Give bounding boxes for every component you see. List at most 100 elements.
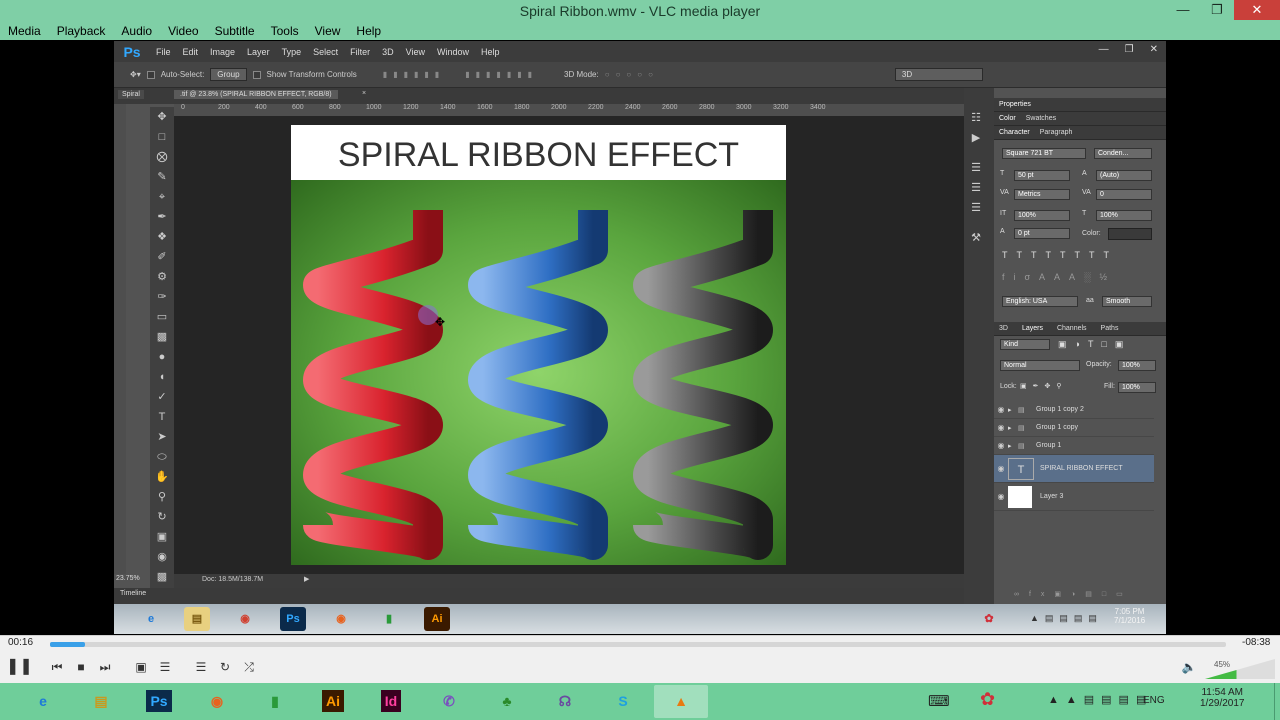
antialias-dropdown[interactable]: Smooth [1102, 296, 1152, 307]
viber-icon[interactable]: ✆ [422, 685, 476, 718]
menu-video[interactable]: Video [160, 22, 206, 40]
leading-field[interactable]: (Auto) [1096, 170, 1152, 181]
tools-panel-icon[interactable]: ⚒ [964, 228, 988, 248]
menu-help[interactable]: Help [348, 22, 389, 40]
dodge-tool-icon[interactable]: ◖ [150, 367, 174, 387]
shuffle-button[interactable]: ⤮ [238, 656, 260, 678]
pause-button[interactable]: ❚❚ [6, 656, 33, 678]
auto-select-dropdown[interactable]: Group [210, 68, 247, 81]
color-swatches-icon[interactable]: ▣ [150, 527, 174, 547]
tab-paragraph[interactable]: Paragraph [1040, 129, 1073, 136]
ps-menu-type[interactable]: Type [276, 47, 308, 57]
visibility-eye-icon[interactable]: ◉ [994, 423, 1008, 432]
visibility-eye-icon[interactable]: ◉ [994, 405, 1008, 414]
tray-icons[interactable]: ▲▲▤▤▤▤ [1048, 693, 1153, 706]
seek-bar[interactable] [50, 642, 1226, 647]
tab-paths[interactable]: Paths [1101, 325, 1119, 332]
pen-tool-icon[interactable]: ✓ [150, 387, 174, 407]
timeline-label[interactable]: Timeline [120, 590, 146, 597]
info-panel-icon[interactable]: ☰ [964, 198, 988, 218]
show-desktop-button[interactable] [1274, 683, 1280, 720]
gradient-tool-icon[interactable]: ▩ [150, 327, 174, 347]
properties-panel-icon[interactable]: ☰ [964, 178, 988, 198]
menu-view[interactable]: View [307, 22, 349, 40]
indesign-icon[interactable]: Id [364, 685, 418, 718]
menu-subtitle[interactable]: Subtitle [207, 22, 263, 40]
minimize-icon[interactable]: — [1166, 0, 1200, 20]
3d-mode-icons[interactable]: ○○○○○ [605, 70, 659, 79]
actions-panel-icon[interactable]: ▶ [964, 128, 988, 148]
workspace-dropdown[interactable]: 3D [894, 68, 983, 81]
align-icons[interactable]: ▮▮▮▮▮▮ [383, 70, 445, 79]
ps-menu-image[interactable]: Image [204, 47, 241, 57]
previous-button[interactable]: ⏮ [46, 656, 68, 678]
fullscreen-button[interactable]: ▣ [130, 656, 152, 678]
canvas-area[interactable]: SPIRAL RIBBON EFFECT ✥ [174, 116, 964, 574]
menu-playback[interactable]: Playback [49, 22, 114, 40]
tab-color[interactable]: Color [999, 115, 1016, 122]
clover-icon[interactable]: ♣ [480, 685, 534, 718]
marquee-tool-icon[interactable]: □ [150, 127, 174, 147]
fill-field[interactable]: 100% [1118, 382, 1156, 393]
language-dropdown[interactable]: English: USA [1002, 296, 1078, 307]
ps-menu-filter[interactable]: Filter [344, 47, 376, 57]
volume-slider[interactable] [1205, 658, 1277, 680]
layer-row[interactable]: ◉ ▸ ▤ Group 1 [994, 437, 1154, 455]
font-family-dropdown[interactable]: Square 721 BT [1002, 148, 1086, 159]
menu-audio[interactable]: Audio [113, 22, 160, 40]
layer-kind-filter[interactable]: Kind [1000, 339, 1050, 350]
visibility-eye-icon[interactable]: ◉ [994, 464, 1008, 473]
restore-icon[interactable]: ❐ [1200, 0, 1234, 20]
visibility-eye-icon[interactable]: ◉ [994, 441, 1008, 450]
type-tool-icon[interactable]: T [150, 407, 174, 427]
tab-properties[interactable]: Properties [999, 101, 1031, 108]
opentype-buttons[interactable]: fiσААА░½ [1002, 272, 1116, 282]
move-tool-icon[interactable]: ✥▾ [130, 70, 141, 79]
taskbar-clock[interactable]: 11:54 AM 1/29/2017 [1200, 687, 1245, 709]
auto-select-checkbox[interactable] [146, 70, 155, 79]
stop-button[interactable]: ■ [70, 656, 92, 678]
playlist-button[interactable]: ☰ [190, 656, 212, 678]
shape-tool-icon[interactable]: ⬭ [150, 447, 174, 467]
layer-row[interactable]: ◉ ▸ ▤ Group 1 copy 2 [994, 401, 1154, 419]
tab-swatches[interactable]: Swatches [1026, 115, 1056, 122]
tab-character[interactable]: Character [999, 129, 1030, 136]
text-color-swatch[interactable] [1108, 228, 1152, 240]
visibility-eye-icon[interactable]: ◉ [994, 492, 1008, 501]
zoom-level[interactable]: 23.75% [116, 575, 140, 582]
crop-tool-icon[interactable]: ⌖ [150, 187, 174, 207]
language-indicator[interactable]: ENG [1143, 695, 1165, 706]
move-tool-icon[interactable]: ✥ [150, 107, 174, 127]
photoshop-icon[interactable]: Ps [132, 685, 186, 718]
ps-close-icon[interactable]: ✕ [1150, 44, 1158, 55]
ps-menu-layer[interactable]: Layer [241, 47, 276, 57]
blend-mode-dropdown[interactable]: Normal [1000, 360, 1080, 371]
opacity-field[interactable]: 100% [1118, 360, 1156, 371]
text-style-buttons[interactable]: TTTTTTTT [1002, 250, 1118, 260]
firefox-icon[interactable]: ◉ [190, 685, 244, 718]
skype-icon[interactable]: S [596, 685, 650, 718]
hand-tool-icon[interactable]: ✋ [150, 467, 174, 487]
green-bin-icon[interactable]: ▮ [248, 685, 302, 718]
brush-tool-icon[interactable]: ✐ [150, 247, 174, 267]
font-size-field[interactable]: 50 pt [1014, 170, 1070, 181]
menu-tools[interactable]: Tools [263, 22, 307, 40]
quick-select-tool-icon[interactable]: ✎ [150, 167, 174, 187]
layer-filter-icons[interactable]: ▣◑T□▣ [1058, 339, 1131, 350]
eyedropper-tool-icon[interactable]: ✒ [150, 207, 174, 227]
speaker-icon[interactable]: 🔈 [1178, 656, 1200, 678]
swirl-app-icon[interactable]: ☊ [538, 685, 592, 718]
tray-app-icon[interactable]: ✿ [980, 689, 995, 710]
close-icon[interactable]: ✕ [1234, 0, 1280, 20]
ps-menu-3d[interactable]: 3D [376, 47, 400, 57]
distribute-icons[interactable]: ▮▮▮▮▮▮▮ [465, 70, 538, 79]
history-panel-icon[interactable]: ☷ [964, 108, 988, 128]
adjustments-panel-icon[interactable]: ☰ [964, 158, 988, 178]
swap-colors-icon[interactable]: ↻ [150, 507, 174, 527]
layer-row-selected[interactable]: ◉ T SPIRAL RIBBON EFFECT [994, 455, 1154, 483]
ps-menu-window[interactable]: Window [431, 47, 475, 57]
ie-icon[interactable]: e [16, 685, 70, 718]
history-brush-icon[interactable]: ✑ [150, 287, 174, 307]
ps-menu-view[interactable]: View [400, 47, 431, 57]
ps-menu-help[interactable]: Help [475, 47, 506, 57]
